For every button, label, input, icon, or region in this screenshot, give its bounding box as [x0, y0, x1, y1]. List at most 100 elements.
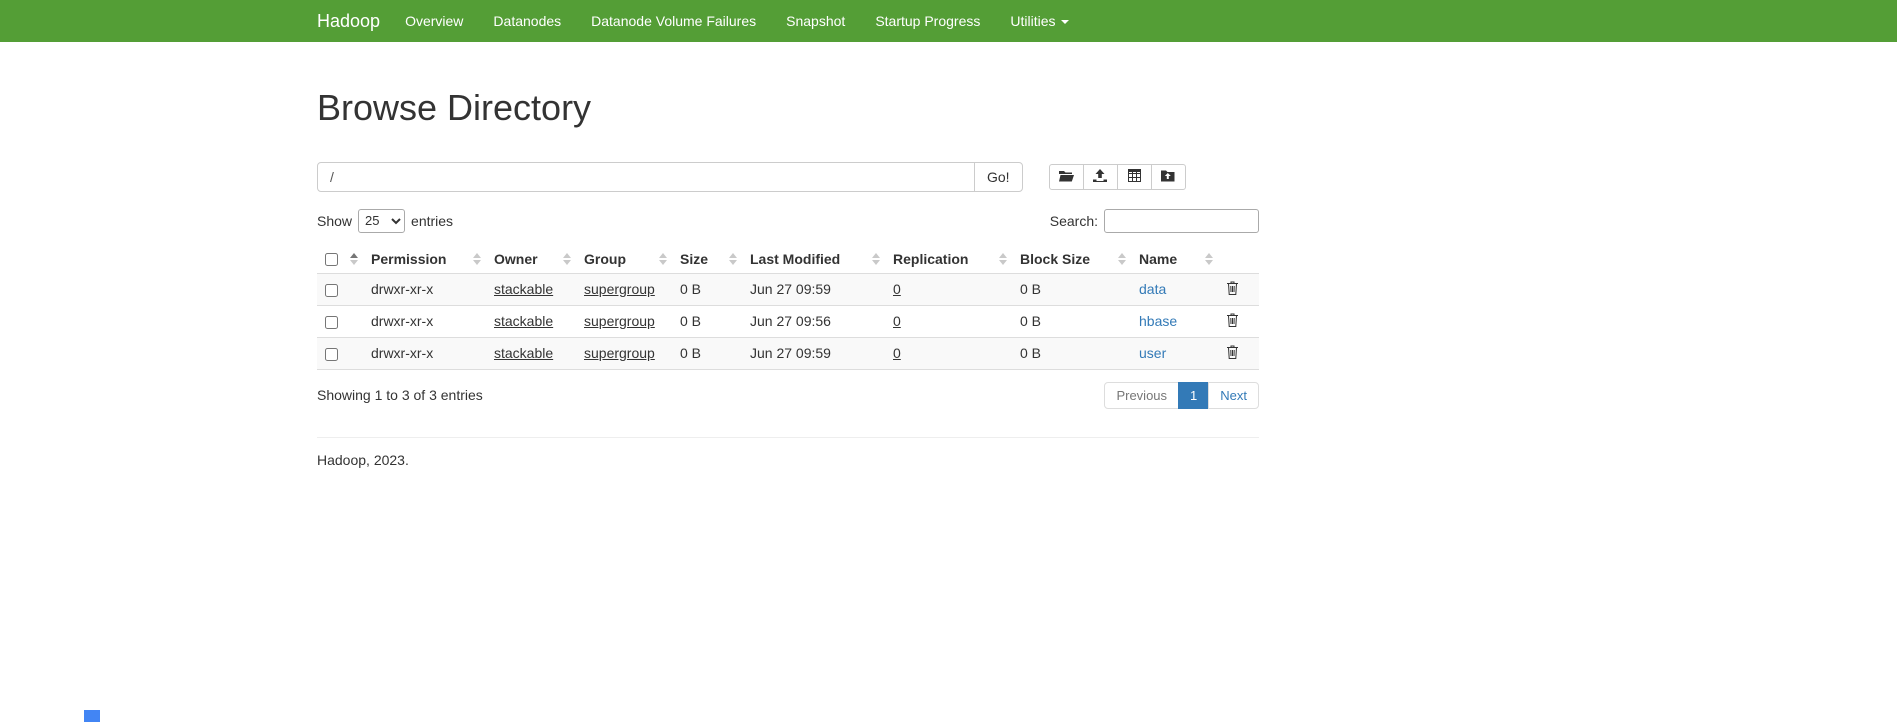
nav-item-startup-progress[interactable]: Startup Progress — [860, 0, 995, 42]
directory-table: Permission Owner Group Size Last Modifie… — [317, 245, 1259, 370]
column-header-select[interactable] — [317, 245, 363, 274]
file-link[interactable]: data — [1139, 281, 1166, 297]
block-size-cell: 0 B — [1012, 337, 1131, 369]
file-link[interactable]: user — [1139, 345, 1166, 361]
delete-button[interactable] — [1226, 313, 1239, 327]
page-title: Browse Directory — [317, 88, 1259, 128]
create-directory-button[interactable] — [1049, 164, 1084, 190]
row-checkbox[interactable] — [325, 348, 338, 361]
column-header-name[interactable]: Name — [1131, 245, 1218, 274]
pagination: Previous 1 Next — [1104, 382, 1259, 409]
column-header-label: Last Modified — [750, 251, 840, 267]
row-checkbox[interactable] — [325, 316, 338, 329]
owner-editable[interactable]: stackable — [494, 313, 553, 329]
folder-move-icon — [1161, 169, 1176, 185]
table-header-row: Permission Owner Group Size Last Modifie… — [317, 245, 1259, 274]
file-actions-toolbar — [1049, 164, 1186, 190]
sort-icon — [872, 253, 880, 265]
replication-editable[interactable]: 0 — [893, 345, 901, 361]
paste-button[interactable] — [1117, 164, 1152, 190]
select-all-checkbox[interactable] — [325, 253, 338, 266]
sort-icon — [1205, 253, 1213, 265]
pagination-next-label: Next — [1208, 382, 1259, 409]
pagination-next[interactable]: Next — [1209, 382, 1259, 409]
pagination-previous-label: Previous — [1104, 382, 1179, 409]
column-header-block-size[interactable]: Block Size — [1012, 245, 1131, 274]
delete-button[interactable] — [1226, 345, 1239, 359]
move-button[interactable] — [1151, 164, 1186, 190]
navbar: Hadoop Overview Datanodes Datanode Volum… — [0, 0, 1897, 42]
group-editable[interactable]: supergroup — [584, 345, 655, 361]
nav-item-snapshot[interactable]: Snapshot — [771, 0, 860, 42]
pagination-page-label: 1 — [1178, 382, 1209, 409]
pagination-page-1[interactable]: 1 — [1179, 382, 1209, 409]
column-header-size[interactable]: Size — [672, 245, 742, 274]
column-header-label: Group — [584, 251, 626, 267]
table-controls: Show 25 entries Search: — [317, 209, 1259, 233]
sort-icon — [563, 253, 571, 265]
permission-cell: drwxr-xr-x — [363, 273, 486, 305]
sort-icon — [350, 253, 358, 265]
go-button[interactable]: Go! — [974, 162, 1023, 192]
copyright-text: Hadoop, 2023. — [317, 452, 1259, 468]
screen-corner-artifact — [84, 710, 100, 722]
owner-editable[interactable]: stackable — [494, 345, 553, 361]
path-input-group: Go! — [317, 162, 1023, 192]
replication-editable[interactable]: 0 — [893, 281, 901, 297]
search-input[interactable] — [1104, 209, 1259, 233]
entries-summary: Showing 1 to 3 of 3 entries — [317, 387, 483, 403]
nav-item-datanode-volume-failures[interactable]: Datanode Volume Failures — [576, 0, 771, 42]
upload-files-button[interactable] — [1083, 164, 1118, 190]
nav-item-utilities-label: Utilities — [1010, 13, 1055, 29]
navbar-brand[interactable]: Hadoop — [317, 0, 380, 42]
path-input[interactable] — [317, 162, 975, 192]
table-row: drwxr-xr-x stackable supergroup 0 B Jun … — [317, 305, 1259, 337]
caret-down-icon — [1061, 20, 1069, 24]
file-link[interactable]: hbase — [1139, 313, 1177, 329]
column-header-label: Permission — [371, 251, 446, 267]
column-header-permission[interactable]: Permission — [363, 245, 486, 274]
trash-icon — [1226, 315, 1239, 330]
show-label: Show — [317, 213, 352, 229]
modified-cell: Jun 27 09:56 — [742, 305, 885, 337]
column-header-owner[interactable]: Owner — [486, 245, 576, 274]
table-row: drwxr-xr-x stackable supergroup 0 B Jun … — [317, 337, 1259, 369]
modified-cell: Jun 27 09:59 — [742, 337, 885, 369]
nav-item-overview[interactable]: Overview — [390, 0, 478, 42]
sort-icon — [473, 253, 481, 265]
trash-icon — [1226, 283, 1239, 298]
footer-divider — [317, 437, 1259, 438]
row-checkbox[interactable] — [325, 284, 338, 297]
page-size-select[interactable]: 25 — [358, 209, 405, 233]
delete-button[interactable] — [1226, 281, 1239, 295]
nav-item-datanodes[interactable]: Datanodes — [478, 0, 576, 42]
pagination-previous[interactable]: Previous — [1104, 382, 1179, 409]
column-header-last-modified[interactable]: Last Modified — [742, 245, 885, 274]
column-header-label: Block Size — [1020, 251, 1090, 267]
permission-cell: drwxr-xr-x — [363, 305, 486, 337]
group-editable[interactable]: supergroup — [584, 313, 655, 329]
column-header-actions — [1218, 245, 1259, 274]
nav-item-utilities[interactable]: Utilities — [995, 0, 1083, 42]
sort-icon — [659, 253, 667, 265]
clipboard-grid-icon — [1128, 169, 1141, 185]
sort-icon — [729, 253, 737, 265]
column-header-replication[interactable]: Replication — [885, 245, 1012, 274]
column-header-label: Owner — [494, 251, 538, 267]
column-header-label: Size — [680, 251, 708, 267]
sort-icon — [1118, 253, 1126, 265]
path-form: Go! — [317, 162, 1259, 192]
group-editable[interactable]: supergroup — [584, 281, 655, 297]
table-footer: Showing 1 to 3 of 3 entries Previous 1 N… — [317, 382, 1259, 409]
owner-editable[interactable]: stackable — [494, 281, 553, 297]
size-cell: 0 B — [672, 337, 742, 369]
column-header-group[interactable]: Group — [576, 245, 672, 274]
search-label: Search: — [1050, 213, 1098, 229]
upload-icon — [1093, 169, 1107, 185]
folder-open-icon — [1059, 169, 1074, 185]
column-header-label: Name — [1139, 251, 1177, 267]
block-size-cell: 0 B — [1012, 305, 1131, 337]
entries-label: entries — [411, 213, 453, 229]
navbar-menu: Overview Datanodes Datanode Volume Failu… — [390, 0, 1083, 42]
replication-editable[interactable]: 0 — [893, 313, 901, 329]
